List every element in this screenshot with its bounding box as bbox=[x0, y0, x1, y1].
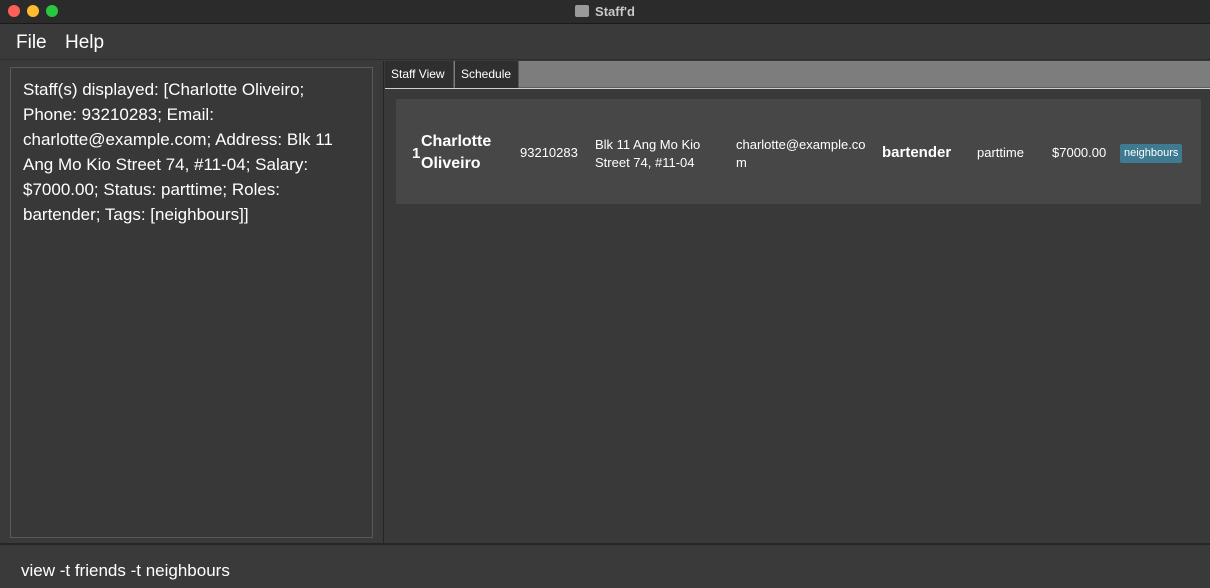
staff-tag-badge: neighbours bbox=[1120, 144, 1183, 163]
result-display[interactable]: Staff(s) displayed: [Charlotte Oliveiro;… bbox=[10, 67, 373, 538]
staff-address: Blk 11 Ang Mo Kio Street 74, #11-04 bbox=[595, 137, 701, 170]
staff-card[interactable]: 1 Charlotte Oliveiro 93210283 Blk 11 Ang… bbox=[396, 99, 1201, 204]
staff-role: bartender bbox=[882, 144, 952, 161]
tab-staff-view[interactable]: Staff View bbox=[385, 61, 454, 88]
menu-file[interactable]: File bbox=[16, 32, 47, 54]
tab-schedule[interactable]: Schedule bbox=[455, 61, 519, 88]
tab-divider bbox=[385, 88, 1210, 89]
command-bar: view -t friends -t neighbours bbox=[0, 543, 1210, 588]
window-title-container: Staff'd bbox=[0, 4, 1210, 19]
menu-help[interactable]: Help bbox=[65, 32, 104, 54]
app-icon bbox=[575, 5, 590, 17]
result-panel: Staff(s) displayed: [Charlotte Oliveiro;… bbox=[0, 61, 384, 543]
menu-bar: File Help bbox=[0, 25, 1210, 60]
staff-email: charlotte@example.com bbox=[736, 137, 866, 170]
title-bar: Staff'd bbox=[0, 0, 1210, 24]
staff-name: Charlotte Oliveiro bbox=[421, 133, 492, 172]
staff-index: 1 bbox=[412, 145, 421, 162]
tab-strip: Staff View Schedule bbox=[385, 61, 1210, 88]
staff-status: parttime bbox=[977, 145, 1024, 160]
staff-salary: $7000.00 bbox=[1052, 145, 1107, 160]
command-input[interactable]: view -t friends -t neighbours bbox=[21, 561, 230, 581]
staff-phone: 93210283 bbox=[520, 145, 578, 160]
staff-panel: Staff View Schedule 1 Charlotte Oliveiro… bbox=[385, 61, 1210, 543]
window-title: Staff'd bbox=[595, 4, 635, 19]
